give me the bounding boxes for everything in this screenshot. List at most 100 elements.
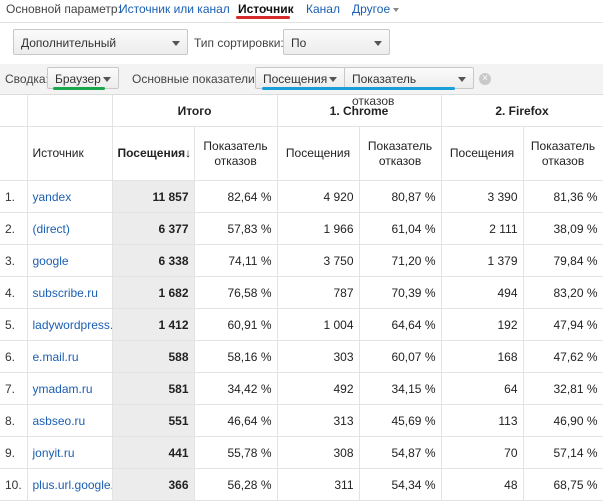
firefox-bounce-cell: 81,36 % (523, 180, 603, 213)
row-index: 7. (0, 372, 28, 405)
column-header-firefox-visits[interactable]: Посещения (441, 126, 524, 181)
source-cell: ladywordpress.ru (27, 308, 113, 341)
table-row: 3. google 6 338 74,11 % 3 750 71,20 % 1 379 79,… (0, 244, 603, 277)
source-link[interactable]: plus.url.google.com (33, 478, 112, 492)
dim-link-other[interactable]: Другое (352, 2, 400, 16)
total-visits-cell: 11 857 (112, 180, 195, 213)
firefox-visits-cell: 48 (441, 468, 524, 501)
remove-metric-icon[interactable]: × (479, 73, 491, 85)
summary-dimension-value: Браузер (55, 72, 101, 86)
chrome-bounce-cell: 45,69 % (359, 404, 442, 437)
column-header-total-visits-label: Посещения (117, 146, 186, 160)
summary-dimension-dropdown[interactable]: Браузер (47, 67, 119, 89)
firefox-visits-cell: 2 111 (441, 212, 524, 245)
source-cell: (direct) (27, 212, 113, 245)
dim-link-source[interactable]: Источник (238, 2, 294, 16)
source-link[interactable]: (direct) (33, 222, 70, 236)
sort-type-label: Тип сортировки: (194, 36, 284, 50)
row-index: 5. (0, 308, 28, 341)
chrome-bounce-cell: 34,15 % (359, 372, 442, 405)
chrome-bounce-cell: 64,64 % (359, 308, 442, 341)
group-header-empty (0, 95, 28, 127)
source-cell: jonyit.ru (27, 436, 113, 469)
chevron-down-icon (458, 77, 466, 82)
source-cell: asbseo.ru (27, 404, 113, 437)
column-header-total-bounce[interactable]: Показатель отказов (194, 126, 278, 181)
row-index: 1. (0, 180, 28, 213)
source-cell: subscribe.ru (27, 276, 113, 309)
total-visits-cell: 551 (112, 404, 195, 437)
chrome-bounce-cell: 80,87 % (359, 180, 442, 213)
sort-desc-icon: ↓ (185, 146, 192, 160)
source-link[interactable]: jonyit.ru (33, 446, 75, 460)
firefox-visits-cell: 113 (441, 404, 524, 437)
table-row: 6. e.mail.ru 588 58,16 % 303 60,07 % 168 47,62 … (0, 340, 603, 373)
chrome-visits-cell: 4 920 (277, 180, 360, 213)
firefox-visits-cell: 494 (441, 276, 524, 309)
blue-underline-mark (262, 87, 455, 90)
source-link[interactable]: ladywordpress.ru (33, 318, 112, 332)
total-bounce-cell: 58,16 % (194, 340, 278, 373)
metric1-dropdown[interactable]: Посещения (255, 67, 345, 89)
column-header-chrome-visits[interactable]: Посещения (277, 126, 360, 181)
source-link[interactable]: e.mail.ru (33, 350, 79, 364)
source-link[interactable]: asbseo.ru (33, 414, 86, 428)
table-row: 8. asbseo.ru 551 46,64 % 313 45,69 % 113 46,90 … (0, 404, 603, 437)
column-header-firefox-bounce[interactable]: Показатель отказов (523, 126, 603, 181)
chrome-visits-cell: 3 750 (277, 244, 360, 277)
firefox-visits-cell: 192 (441, 308, 524, 341)
source-link[interactable]: subscribe.ru (33, 286, 98, 300)
source-link[interactable]: ymadam.ru (33, 382, 93, 396)
table-row: 4. subscribe.ru 1 682 76,58 % 787 70,39 % 494 8… (0, 276, 603, 309)
chevron-down-icon (374, 41, 382, 46)
chrome-visits-cell: 1 004 (277, 308, 360, 341)
firefox-bounce-cell: 79,84 % (523, 244, 603, 277)
total-bounce-cell: 82,64 % (194, 180, 278, 213)
column-header-source[interactable]: Источник (27, 126, 113, 181)
chevron-down-icon (172, 41, 180, 46)
table-row: 2. (direct) 6 377 57,83 % 1 966 61,04 % 2 111 3… (0, 212, 603, 245)
chrome-visits-cell: 303 (277, 340, 360, 373)
source-link[interactable]: google (33, 254, 69, 268)
group-header-row: Итого 1. Chrome 2. Firefox (0, 95, 603, 127)
green-underline-mark (53, 87, 105, 90)
total-bounce-cell: 76,58 % (194, 276, 278, 309)
group-header-chrome: 1. Chrome (277, 95, 442, 127)
row-index: 9. (0, 436, 28, 469)
total-bounce-cell: 57,83 % (194, 212, 278, 245)
summary-label: Сводка: (5, 72, 49, 86)
red-underline-mark (236, 16, 290, 19)
row-index: 6. (0, 340, 28, 373)
secondary-dimension-dropdown[interactable]: Дополнительный параметр (13, 29, 188, 76)
firefox-visits-cell: 70 (441, 436, 524, 469)
sort-type-dropdown[interactable]: По умолчанию (283, 29, 390, 76)
dim-link-medium[interactable]: Канал (306, 2, 340, 16)
column-header-index (0, 126, 28, 181)
total-visits-cell: 1 412 (112, 308, 195, 341)
source-cell: e.mail.ru (27, 340, 113, 373)
column-header-chrome-bounce[interactable]: Показатель отказов (359, 126, 442, 181)
group-header-empty (27, 95, 113, 127)
source-cell: yandex (27, 180, 113, 213)
firefox-bounce-cell: 68,75 % (523, 468, 603, 501)
firefox-bounce-cell: 47,62 % (523, 340, 603, 373)
firefox-visits-cell: 1 379 (441, 244, 524, 277)
source-link[interactable]: yandex (33, 190, 72, 204)
dim-link-source-medium[interactable]: Источник или канал (119, 2, 230, 16)
group-header-firefox: 2. Firefox (441, 95, 603, 127)
firefox-visits-cell: 168 (441, 340, 524, 373)
table-toolbar: Дополнительный параметр Тип сортировки: … (0, 22, 603, 76)
chrome-bounce-cell: 70,39 % (359, 276, 442, 309)
chrome-visits-cell: 787 (277, 276, 360, 309)
group-header-total: Итого (112, 95, 278, 127)
chrome-bounce-cell: 54,34 % (359, 468, 442, 501)
metric2-dropdown[interactable]: Показатель отказов (344, 67, 474, 108)
metrics-label: Основные показатели: (132, 72, 259, 86)
total-bounce-cell: 74,11 % (194, 244, 278, 277)
chrome-bounce-cell: 61,04 % (359, 212, 442, 245)
column-header-total-visits[interactable]: Посещения↓ (112, 126, 195, 181)
firefox-bounce-cell: 57,14 % (523, 436, 603, 469)
column-header-row: Источник Посещения↓ Показатель отказов П… (0, 126, 603, 181)
total-bounce-cell: 60,91 % (194, 308, 278, 341)
table-row: 1. yandex 11 857 82,64 % 4 920 80,87 % 3 390 81… (0, 180, 603, 213)
